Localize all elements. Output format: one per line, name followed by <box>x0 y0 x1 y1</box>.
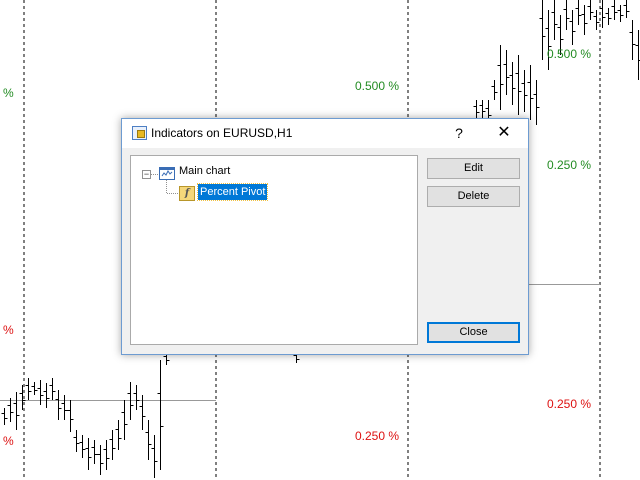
dialog-titlebar[interactable]: Indicators on EURUSD,H1 ? ✕ <box>122 119 528 148</box>
collapse-icon[interactable]: − <box>142 170 151 179</box>
custom-indicator-icon: f <box>179 186 195 201</box>
pivot-level-label: 0.250 % <box>547 397 592 411</box>
pivot-level-label: 0.500 % <box>547 47 592 61</box>
dialog-title: Indicators on EURUSD,H1 <box>151 126 293 140</box>
tree-connector <box>167 193 178 194</box>
pivot-level-label: 0.250 % <box>547 158 592 172</box>
tree-connector <box>151 174 158 175</box>
pivot-level-label: 0.500 % <box>355 79 400 93</box>
tree-connector <box>166 179 167 193</box>
pivot-level-label: 0 % <box>0 323 14 337</box>
edit-button[interactable]: Edit <box>427 158 520 179</box>
main-chart-icon <box>159 167 175 180</box>
help-button[interactable]: ? <box>448 122 470 144</box>
pivot-level-label: 0 % <box>0 86 14 100</box>
indicators-dialog: Indicators on EURUSD,H1 ? ✕ − Main chart… <box>121 118 529 355</box>
tree-item-percent-pivot[interactable]: Percent Pivot <box>196 183 269 201</box>
indicators-window-icon <box>132 126 147 140</box>
indicator-tree[interactable]: − Main chart f Percent Pivot <box>130 155 418 345</box>
close-window-button[interactable]: ✕ <box>492 122 516 144</box>
delete-button[interactable]: Delete <box>427 186 520 207</box>
close-button[interactable]: Close <box>427 322 520 343</box>
pivot-level-label: 0.250 % <box>355 429 400 443</box>
tree-item-main-chart[interactable]: Main chart <box>179 165 230 177</box>
pivot-level-label: 0 % <box>0 434 14 448</box>
